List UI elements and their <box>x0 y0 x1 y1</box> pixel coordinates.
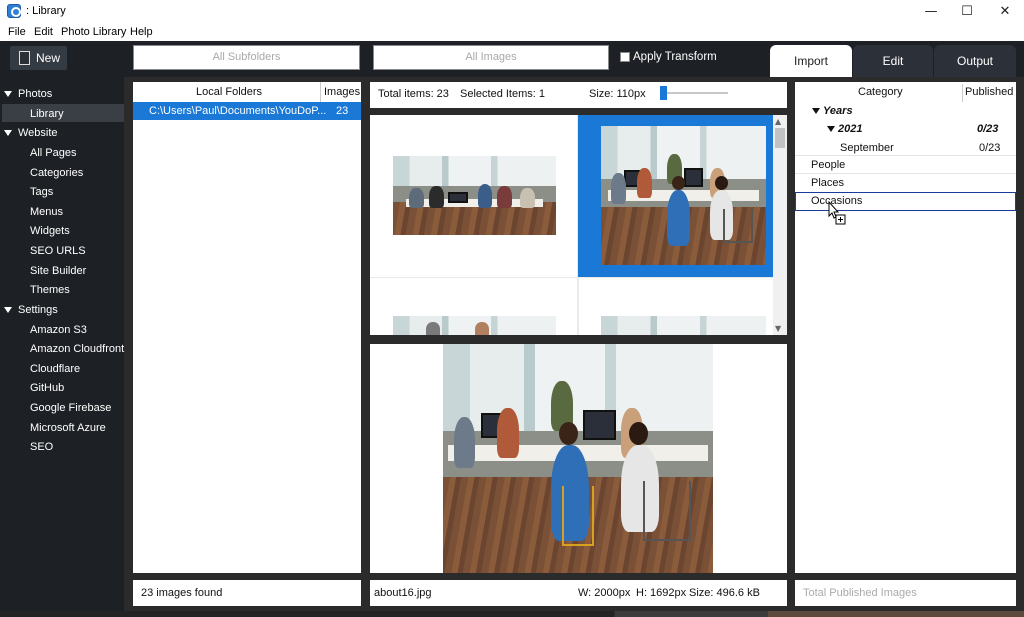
menu-edit[interactable]: Edit <box>34 26 53 38</box>
tree-years[interactable]: Years <box>823 105 853 117</box>
tab-edit[interactable]: Edit <box>853 45 933 77</box>
sidebar-item-library[interactable]: Library <box>30 108 64 120</box>
category-people[interactable]: People <box>811 159 845 171</box>
category-places[interactable]: Places <box>811 177 844 189</box>
thumbnail-image[interactable] <box>601 316 766 335</box>
sidebar-item-all-pages[interactable]: All Pages <box>30 147 76 159</box>
sidebar-item-seo-urls[interactable]: SEO URLS <box>30 245 86 257</box>
sidebar-section-website[interactable]: Website <box>18 127 58 139</box>
thumbnail-image[interactable] <box>393 316 556 335</box>
expand-website-icon[interactable] <box>4 130 12 136</box>
row-divider <box>795 173 1016 174</box>
maximize-button[interactable]: ☐ <box>947 0 987 24</box>
total-published-label: Total Published Images <box>803 587 917 599</box>
menu-photo-library[interactable]: Photo Library <box>61 26 126 38</box>
new-button[interactable]: New <box>10 46 67 70</box>
folders-status-bar: 23 images found <box>133 580 361 606</box>
tree-year-2021[interactable]: 2021 <box>838 123 862 135</box>
subfolders-input[interactable]: All Subfolders <box>133 45 360 70</box>
minimize-button[interactable]: — <box>911 0 951 24</box>
size-slider-thumb[interactable] <box>659 86 667 100</box>
window-title: : Library <box>26 5 66 17</box>
sidebar-item-amazon-s3[interactable]: Amazon S3 <box>30 324 87 336</box>
scroll-down-icon[interactable]: ▼ <box>775 324 781 333</box>
size-label: Size: 110px <box>589 88 646 100</box>
scroll-up-icon[interactable]: ▲ <box>775 117 781 126</box>
sidebar-item-google-firebase[interactable]: Google Firebase <box>30 402 111 414</box>
menu-bar: File Edit Photo Library Help <box>0 24 1024 41</box>
gallery-scrollbar[interactable] <box>773 115 787 335</box>
images-count-header[interactable]: Images <box>324 86 360 98</box>
categories-column-divider <box>962 84 963 102</box>
sidebar-item-microsoft-azure[interactable]: Microsoft Azure <box>30 422 106 434</box>
folders-panel <box>133 82 361 573</box>
category-header[interactable]: Category <box>858 86 903 98</box>
title-bar: : Library — ☐ ✕ <box>0 0 1024 24</box>
sidebar-item-themes[interactable]: Themes <box>30 284 70 296</box>
folder-image-count: 23 <box>336 105 349 117</box>
selected-items-label: Selected Items: 1 <box>460 88 545 100</box>
sidebar-item-categories[interactable]: Categories <box>30 167 83 179</box>
preview-status-bar: about16.jpg W: 2000px H: 1692px Size: 49… <box>370 580 787 606</box>
images-found-label: 23 images found <box>141 587 223 599</box>
folders-header[interactable]: Local Folders <box>196 86 262 98</box>
tree-month-september[interactable]: September <box>840 142 894 154</box>
preview-height: H: 1692px <box>636 587 687 599</box>
preview-width: W: 2000px <box>578 587 631 599</box>
sidebar-section-photos[interactable]: Photos <box>18 88 52 100</box>
new-document-icon <box>18 50 30 65</box>
sidebar-item-menus[interactable]: Menus <box>30 206 63 218</box>
published-header[interactable]: Published <box>965 86 1013 98</box>
apply-transform-label: Apply Transform <box>633 51 717 63</box>
app-logo-icon <box>7 4 21 18</box>
preview-image <box>443 344 713 573</box>
sidebar-section-settings[interactable]: Settings <box>18 304 58 316</box>
images-filter-input[interactable]: All Images <box>373 45 609 70</box>
expand-settings-icon[interactable] <box>4 307 12 313</box>
sidebar-item-github[interactable]: GitHub <box>30 382 64 394</box>
preview-size: Size: 496.6 kB <box>689 587 760 599</box>
new-button-label: New <box>36 51 61 65</box>
tab-output[interactable]: Output <box>934 45 1016 77</box>
taskbar-edge <box>0 611 1024 617</box>
sidebar-item-tags[interactable]: Tags <box>30 186 53 198</box>
folders-column-divider <box>320 82 321 102</box>
expand-year-icon[interactable] <box>827 126 835 132</box>
gallery-scroll-thumb[interactable] <box>775 128 785 148</box>
sidebar-item-site-builder[interactable]: Site Builder <box>30 265 86 277</box>
year-published-count: 0/23 <box>977 123 999 135</box>
menu-help[interactable]: Help <box>130 26 153 38</box>
tab-import[interactable]: Import <box>770 45 852 77</box>
expand-photos-icon[interactable] <box>4 91 12 97</box>
sidebar-item-seo[interactable]: SEO <box>30 441 53 453</box>
sidebar-item-widgets[interactable]: Widgets <box>30 225 70 237</box>
close-button[interactable]: ✕ <box>985 0 1024 24</box>
month-published-count: 0/23 <box>979 142 1001 154</box>
row-divider <box>795 155 1016 156</box>
apply-transform-checkbox[interactable] <box>620 52 630 62</box>
expand-years-icon[interactable] <box>812 108 820 114</box>
sidebar-item-cloudflare[interactable]: Cloudflare <box>30 363 80 375</box>
preview-filename: about16.jpg <box>374 587 432 599</box>
menu-file[interactable]: File <box>8 26 26 38</box>
categories-status-bar: Total Published Images <box>795 580 1016 606</box>
thumbnail-image[interactable] <box>393 156 556 235</box>
thumbnail-image-selected[interactable] <box>601 126 766 265</box>
folder-path: C:\Users\Paul\Documents\YouDoP... <box>149 105 327 117</box>
size-slider-track[interactable] <box>660 92 728 94</box>
sidebar-item-amazon-cloudfront[interactable]: Amazon Cloudfront <box>30 343 124 355</box>
drag-copy-cursor-icon <box>828 201 846 225</box>
total-items-label: Total items: 23 <box>378 88 449 100</box>
